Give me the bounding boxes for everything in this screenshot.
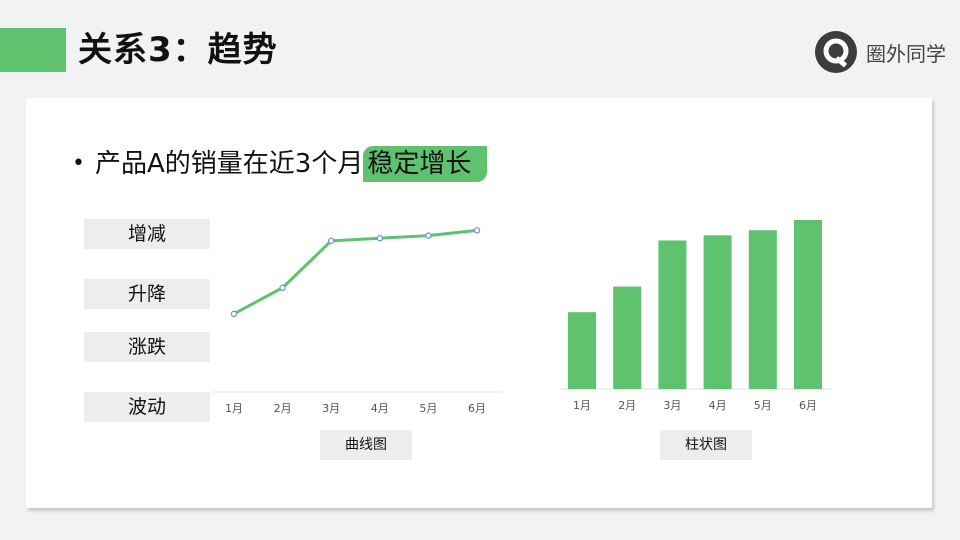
- line-point-1: [230, 310, 238, 318]
- line-x-tick-label: 2月: [274, 402, 292, 415]
- line-point-3: [328, 237, 335, 245]
- bar-5: [748, 230, 777, 389]
- bar-2: [613, 286, 642, 389]
- line-x-tick-label: 4月: [371, 402, 389, 415]
- line-point-2: [279, 284, 286, 291]
- line-chart-caption: 曲线图: [320, 430, 412, 460]
- line-x-tick-label: 3月: [322, 402, 340, 415]
- bar-x-tick-label: 3月: [663, 399, 681, 412]
- bar-chart-caption: 柱状图: [660, 430, 752, 460]
- line-x-tick-label: 5月: [419, 402, 437, 415]
- bar-x-tick-label: 6月: [799, 399, 817, 412]
- bar-x-tick-label: 5月: [754, 399, 772, 412]
- bar-x-tick-label: 4月: [709, 399, 727, 412]
- bar-x-tick-label: 2月: [618, 399, 636, 412]
- bar-4: [703, 235, 732, 389]
- bar-1: [568, 312, 596, 389]
- line-x-tick-label: 1月: [225, 402, 243, 415]
- bar-3: [658, 240, 687, 389]
- bar-6: [794, 220, 822, 389]
- line-x-tick-label: 6月: [468, 402, 486, 415]
- bar-x-tick-label: 1月: [573, 399, 591, 412]
- line-chart-series: [233, 228, 478, 316]
- line-point-6: [473, 227, 481, 234]
- charts-layer: 1月 2月 3月 4月 5月 6月 1月 2月 3月 4月 5月 6月: [212, 220, 832, 415]
- line-point-4: [376, 235, 383, 242]
- line-point-5: [425, 232, 432, 239]
